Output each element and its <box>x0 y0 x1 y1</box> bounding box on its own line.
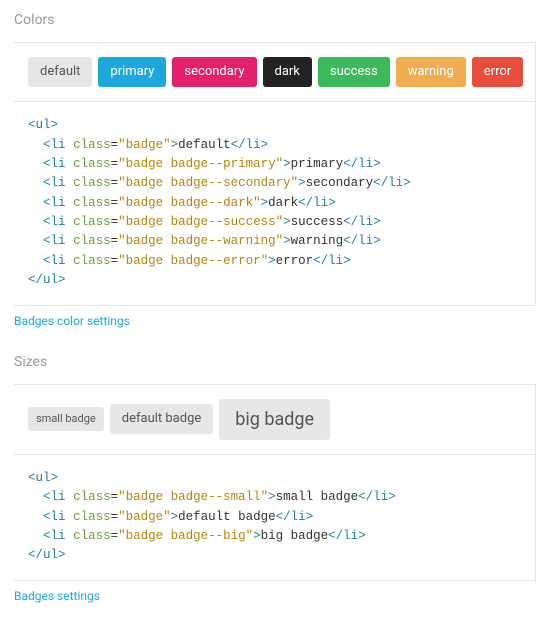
badge-size-big-badge: big badge <box>219 399 330 440</box>
badge-color-primary: primary <box>98 57 166 87</box>
badge-row-sizes: small badge default badgebig badge <box>14 385 535 455</box>
code-block-colors: <ul> <li class="badge">default</li> <li … <box>14 102 535 304</box>
badge-row-colors: defaultprimarysecondarydarksuccesswarnin… <box>14 43 535 102</box>
panel-colors: defaultprimarysecondarydarksuccesswarnin… <box>14 42 536 306</box>
badge-color-warning: warning <box>396 57 466 87</box>
code-block-sizes: <ul> <li class="badge badge--small">smal… <box>14 455 535 580</box>
panel-sizes: small badge default badgebig badge <ul> <… <box>14 384 536 581</box>
badge-color-dark: dark <box>263 57 312 87</box>
badge-color-default: default <box>28 57 92 87</box>
badge-size-small-badge: small badge <box>28 407 104 430</box>
section-title-sizes: Sizes <box>14 354 536 370</box>
link-colors-settings[interactable]: Badges color settings <box>14 314 130 328</box>
badge-color-success: success <box>318 57 390 87</box>
badge-color-error: error <box>472 57 523 87</box>
badge-size-default-badge: default badge <box>110 404 214 434</box>
badge-color-secondary: secondary <box>172 57 256 87</box>
link-sizes-settings[interactable]: Badges settings <box>14 589 100 603</box>
section-title-colors: Colors <box>14 12 536 28</box>
